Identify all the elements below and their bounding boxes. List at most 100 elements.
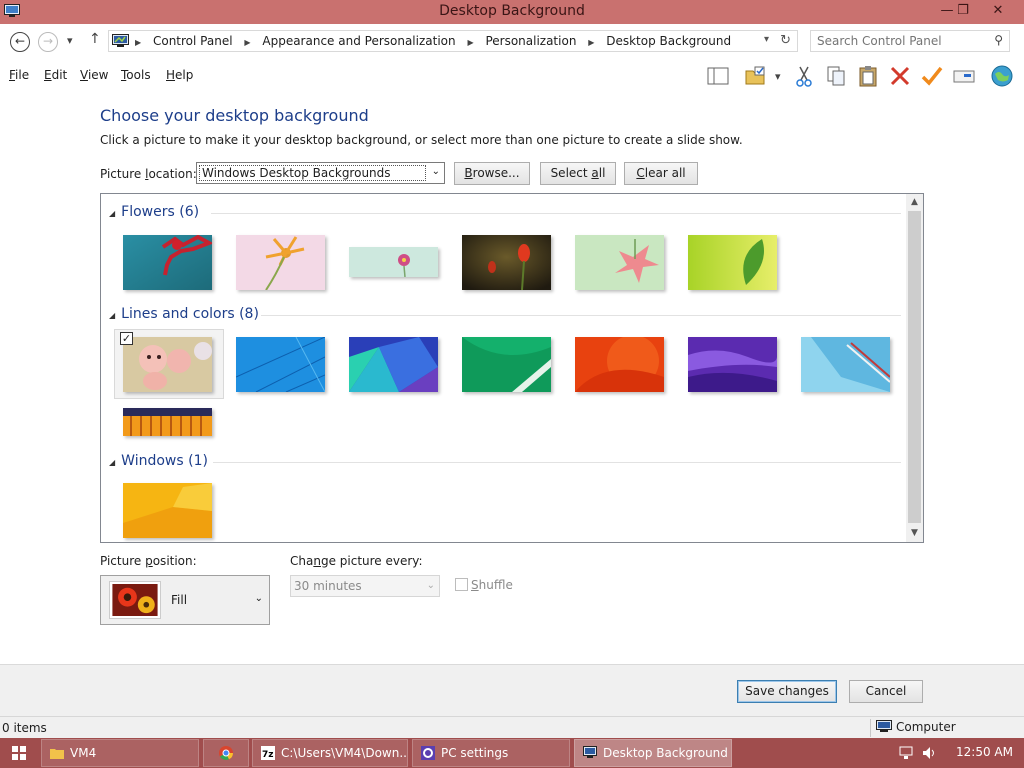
menu-view[interactable]: View	[80, 68, 108, 82]
picture-position-value: Fill	[171, 593, 188, 607]
gallery-scrollbar[interactable]: ▲ ▼	[906, 194, 923, 542]
menu-bar: File Edit View Tools Help ▾	[0, 60, 1024, 92]
address-bar[interactable]: ▶ Control Panel ▶ Appearance and Persona…	[108, 30, 798, 52]
cut-icon[interactable]	[792, 64, 816, 88]
network-icon[interactable]	[899, 746, 913, 760]
group-header-windows[interactable]: ◢ Windows (1)	[109, 453, 208, 469]
scroll-up-icon[interactable]: ▲	[906, 194, 923, 211]
chevron-down-icon: ⌄	[254, 593, 263, 604]
picture-location-label: Picture location:	[100, 167, 197, 181]
status-bar: 0 items Computer	[0, 716, 1024, 738]
wallpaper-thumbnail[interactable]	[688, 337, 777, 392]
menu-file[interactable]: File	[9, 68, 29, 82]
browse-button[interactable]: Browse...	[454, 162, 530, 185]
collapse-triangle-icon: ◢	[109, 209, 116, 218]
taskbar-item-7zip[interactable]: 7z C:\Users\VM4\Down...	[252, 739, 408, 767]
checkbox-box[interactable]	[455, 578, 468, 591]
maximize-button[interactable]: ❐	[948, 0, 978, 22]
svg-text:7z: 7z	[262, 750, 274, 760]
chevron-right-icon[interactable]: ▶	[467, 38, 473, 47]
wallpaper-thumbnail[interactable]	[236, 337, 325, 392]
settings-gear-icon	[421, 746, 435, 760]
copy-icon[interactable]	[824, 64, 848, 88]
wallpaper-thumbnail[interactable]	[123, 337, 212, 392]
chevron-down-icon: ⌄	[426, 580, 435, 591]
change-picture-interval-value: 30 minutes	[294, 579, 362, 593]
properties-icon[interactable]	[952, 64, 976, 88]
back-button[interactable]: ←	[10, 32, 30, 52]
select-all-button[interactable]: Select all	[540, 162, 616, 185]
picture-location-select[interactable]: Windows Desktop Backgrounds ⌄	[196, 162, 445, 184]
paste-icon[interactable]	[856, 64, 880, 88]
wallpaper-thumbnail[interactable]	[462, 235, 551, 290]
scrollbar-thumb[interactable]	[908, 211, 921, 523]
breadcrumb-personalization[interactable]: Personalization	[485, 34, 576, 48]
group-header-flowers[interactable]: ◢ Flowers (6)	[109, 204, 199, 220]
shuffle-checkbox[interactable]: Shuffle	[455, 578, 513, 592]
wallpaper-thumbnail[interactable]	[349, 337, 438, 392]
globe-icon[interactable]	[990, 64, 1014, 88]
menu-help[interactable]: Help	[166, 68, 193, 82]
scroll-down-icon[interactable]: ▼	[906, 525, 923, 542]
layout-icon[interactable]	[706, 64, 730, 88]
windows-start-icon[interactable]	[12, 746, 26, 760]
taskbar-item-chrome[interactable]	[203, 739, 249, 767]
group-divider	[211, 213, 901, 214]
status-divider	[870, 719, 871, 737]
wallpaper-thumbnail[interactable]	[575, 235, 664, 290]
taskbar-item-pc-settings[interactable]: PC settings	[412, 739, 570, 767]
up-button[interactable]: ↑	[89, 31, 101, 47]
save-changes-button[interactable]: Save changes	[737, 680, 837, 703]
menu-edit[interactable]: Edit	[44, 68, 67, 82]
chrome-icon	[219, 746, 233, 760]
picture-position-select[interactable]: Fill ⌄	[100, 575, 270, 625]
wallpaper-checkbox[interactable]: ✓	[120, 332, 133, 345]
checkmark-icon[interactable]	[920, 64, 944, 88]
folder-options-icon[interactable]	[744, 64, 768, 88]
wallpaper-thumbnail[interactable]	[801, 337, 890, 392]
address-dropdown-button[interactable]: ▾	[764, 34, 769, 45]
clear-all-button[interactable]: Clear all	[624, 162, 698, 185]
control-panel-icon	[112, 34, 129, 47]
wallpaper-thumbnail[interactable]	[349, 247, 438, 277]
clock[interactable]: 12:50 AM	[956, 745, 1013, 759]
group-header-lines-and-colors[interactable]: ◢ Lines and colors (8)	[109, 306, 259, 322]
wallpaper-thumbnail[interactable]	[123, 408, 212, 436]
computer-icon	[876, 720, 892, 732]
search-icon[interactable]: ⚲	[994, 33, 1003, 47]
breadcrumb-appearance[interactable]: Appearance and Personalization	[262, 34, 455, 48]
volume-icon[interactable]	[922, 746, 938, 760]
taskbar-item-vm4[interactable]: VM4	[41, 739, 199, 767]
change-picture-interval-select[interactable]: 30 minutes ⌄	[290, 575, 440, 597]
chevron-right-icon[interactable]: ▶	[244, 38, 250, 47]
breadcrumb-control-panel[interactable]: Control Panel	[153, 34, 233, 48]
menu-tools[interactable]: Tools	[121, 68, 151, 82]
wallpaper-thumbnail[interactable]	[236, 235, 325, 290]
recent-locations-button[interactable]: ▾	[67, 34, 73, 47]
forward-button[interactable]: →	[38, 32, 58, 52]
wallpaper-thumbnail[interactable]	[123, 483, 212, 538]
picture-location-value: Windows Desktop Backgrounds	[199, 165, 426, 181]
page-title: Choose your desktop background	[100, 106, 369, 125]
dialog-footer: Save changes Cancel	[0, 664, 1024, 716]
breadcrumb-desktop-background[interactable]: Desktop Background	[606, 34, 731, 48]
taskbar-item-desktop-background[interactable]: Desktop Background	[574, 739, 732, 767]
wallpaper-thumbnail[interactable]	[688, 235, 777, 290]
delete-icon[interactable]	[888, 64, 912, 88]
chevron-right-icon[interactable]: ▶	[135, 38, 141, 47]
refresh-button[interactable]: ↻	[780, 33, 791, 48]
close-button[interactable]: ✕	[983, 0, 1013, 22]
wallpaper-thumbnail[interactable]	[462, 337, 551, 392]
chevron-right-icon[interactable]: ▶	[588, 38, 594, 47]
cancel-button[interactable]: Cancel	[849, 680, 923, 703]
chevron-down-icon: ⌄	[431, 166, 440, 177]
wallpaper-thumbnail[interactable]	[123, 235, 212, 290]
wallpaper-thumbnail[interactable]	[575, 337, 664, 392]
instructions-text: Click a picture to make it your desktop …	[100, 133, 743, 147]
breadcrumb: ▶ Control Panel ▶ Appearance and Persona…	[135, 34, 739, 48]
taskbar: VM4 7z C:\Users\VM4\Down... PC settings …	[0, 738, 1024, 768]
search-input[interactable]	[817, 32, 987, 50]
search-box[interactable]: ⚲	[810, 30, 1010, 52]
chevron-down-icon[interactable]: ▾	[775, 70, 781, 83]
collapse-triangle-icon: ◢	[109, 311, 116, 320]
